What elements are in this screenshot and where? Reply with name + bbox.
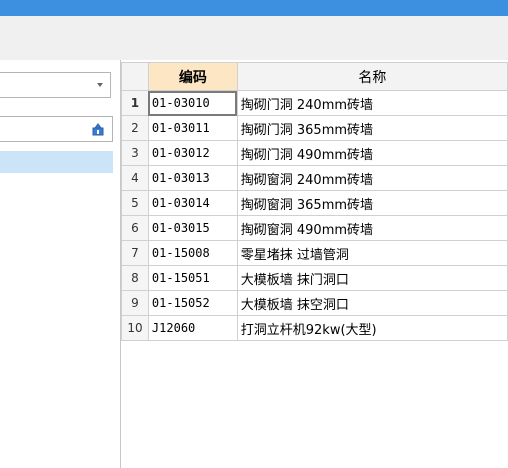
table-row[interactable]: 5 01-03014 掏砌窗洞 365mm砖墙: [121, 190, 508, 216]
name-cell[interactable]: 零星堵抹 过墙管洞: [236, 240, 508, 266]
row-number: 3: [121, 140, 149, 166]
search-input[interactable]: [0, 116, 113, 142]
header-row: 编码 名称: [121, 62, 508, 91]
row-number: 2: [121, 115, 149, 141]
left-panel: [0, 60, 121, 468]
name-cell[interactable]: 掏砌窗洞 240mm砖墙: [236, 165, 508, 191]
name-cell[interactable]: 掏砌门洞 490mm砖墙: [236, 140, 508, 166]
code-cell[interactable]: 01-15051: [147, 265, 238, 291]
table-row[interactable]: 1 01-03010 掏砌门洞 240mm砖墙: [121, 90, 508, 116]
rownum-header: [121, 62, 149, 91]
name-cell[interactable]: 掏砌门洞 240mm砖墙: [236, 90, 508, 116]
row-number: 7: [121, 240, 149, 266]
name-cell[interactable]: 掏砌窗洞 490mm砖墙: [236, 215, 508, 241]
category-dropdown[interactable]: [0, 72, 111, 98]
chevron-down-icon[interactable]: [97, 83, 103, 87]
row-number: 5: [121, 190, 149, 216]
table-row[interactable]: 8 01-15051 大模板墙 抹门洞口: [121, 265, 508, 291]
code-cell[interactable]: J12060: [147, 315, 238, 341]
table-row[interactable]: 6 01-03015 掏砌窗洞 490mm砖墙: [121, 215, 508, 241]
code-cell[interactable]: 01-03015: [147, 215, 238, 241]
code-cell[interactable]: 01-03011: [147, 115, 238, 141]
code-cell[interactable]: 01-03014: [147, 190, 238, 216]
column-header-name[interactable]: 名称: [236, 62, 508, 91]
name-cell[interactable]: 打洞立杆机92kw(大型): [236, 315, 508, 341]
toolbar-area: [0, 16, 508, 60]
row-number: 4: [121, 165, 149, 191]
table-row[interactable]: 3 01-03012 掏砌门洞 490mm砖墙: [121, 140, 508, 166]
name-cell[interactable]: 掏砌门洞 365mm砖墙: [236, 115, 508, 141]
row-number: 9: [121, 290, 149, 316]
code-cell[interactable]: 01-03010: [147, 90, 238, 116]
quota-table: 编码 名称 1 01-03010 掏砌门洞 240mm砖墙 2 01-03011 掏砌门洞…: [121, 62, 508, 341]
row-number: 6: [121, 215, 149, 241]
name-cell[interactable]: 掏砌窗洞 365mm砖墙: [236, 190, 508, 216]
table-row[interactable]: 9 01-15052 大模板墙 抹空洞口: [121, 290, 508, 316]
code-cell[interactable]: 01-15008: [147, 240, 238, 266]
row-number: 1: [121, 90, 149, 116]
name-cell[interactable]: 大模板墙 抹空洞口: [236, 290, 508, 316]
column-header-code[interactable]: 编码: [147, 62, 238, 91]
table-row[interactable]: 4 01-03013 掏砌窗洞 240mm砖墙: [121, 165, 508, 191]
filter-icon[interactable]: [92, 122, 104, 136]
table-row[interactable]: 10 J12060 打洞立杆机92kw(大型): [121, 315, 508, 341]
table-row[interactable]: 7 01-15008 零星堵抹 过墙管洞: [121, 240, 508, 266]
row-number: 10: [121, 315, 149, 341]
code-cell[interactable]: 01-03012: [147, 140, 238, 166]
tree-selected-item[interactable]: [0, 151, 113, 173]
row-number: 8: [121, 265, 149, 291]
title-bar: [0, 0, 508, 16]
name-cell[interactable]: 大模板墙 抹门洞口: [236, 265, 508, 291]
quota-grid: 编码 名称 1 01-03010 掏砌门洞 240mm砖墙 2 01-03011 掏砌门洞…: [121, 60, 508, 468]
code-cell[interactable]: 01-15052: [147, 290, 238, 316]
code-cell[interactable]: 01-03013: [147, 165, 238, 191]
table-row[interactable]: 2 01-03011 掏砌门洞 365mm砖墙: [121, 115, 508, 141]
